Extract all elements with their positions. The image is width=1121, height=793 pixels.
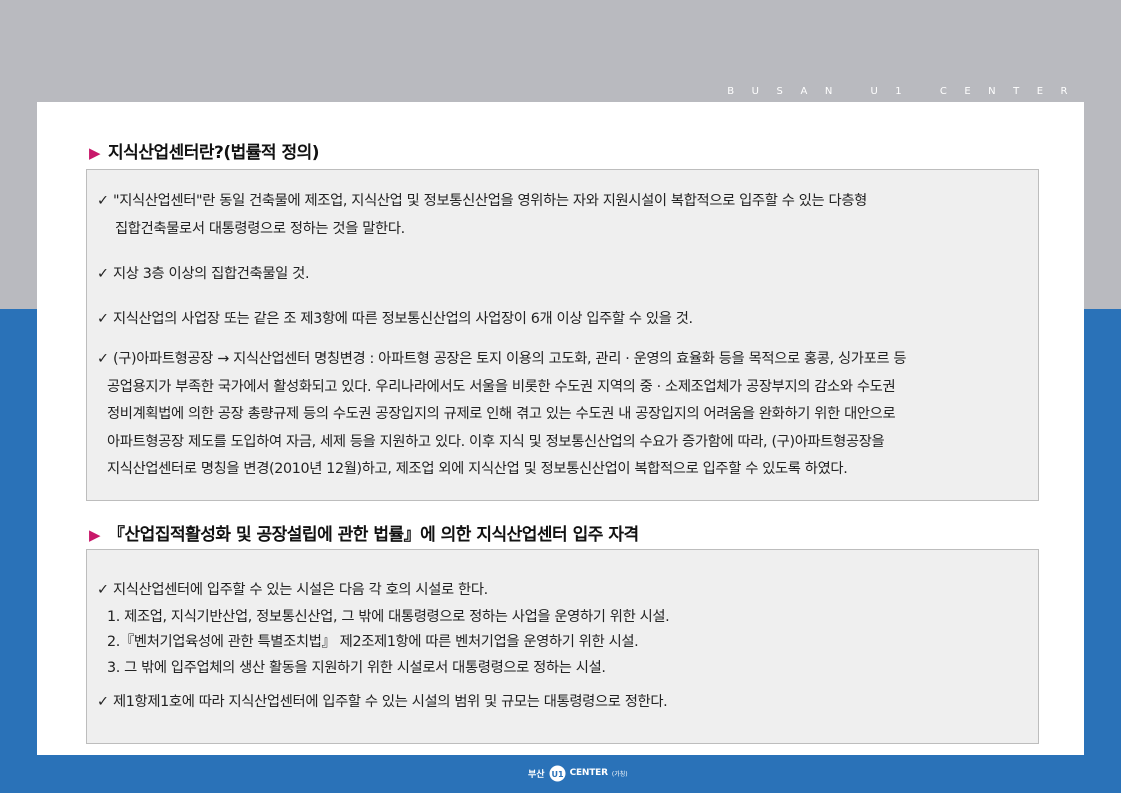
eligibility-item-1: ✓ 지식산업센터에 입주할 수 있는 시설은 다음 각 호의 시설로 한다. 1.… [97,577,670,681]
check-icon: ✓ [97,694,109,710]
definition-item-2: ✓ 지상 3층 이상의 집합건축물일 것. [97,261,310,289]
check-icon: ✓ [97,351,109,367]
triangle-marker-icon: ▶ [89,526,101,544]
section2-title: 『산업집적활성화 및 공장설립에 관한 법률』에 의한 지식산업센터 입주 자격 [108,525,639,545]
definition-item-1: ✓ "지식산업센터"란 동일 건축물에 제조업, 지식산업 및 정보통신산업을 영… [97,188,867,243]
footer-prefix: 부산 [528,769,545,780]
definition-item-4: ✓ (구)아파트형공장 → 지식산업센터 명칭변경 : 아파트형 공장은 토지 이… [97,346,907,484]
check-icon: ✓ [97,193,109,209]
check-icon: ✓ [97,266,109,282]
document-page: ▶ 지식산업센터란?(법률적 정의) ✓ "지식산업센터"란 동일 건축물에 제조업… [37,102,1084,755]
footer-logo: 부산 U1 CENTER (가칭) [528,763,628,783]
check-icon: ✓ [97,582,109,598]
footer-suffix: (가칭) [611,770,628,778]
triangle-marker-icon: ▶ [89,144,101,162]
subitem-2: 2.『벤처기업육성에 관한 특별조치법』 제2조제1항에 따른 벤처기업을 운영… [107,634,639,650]
definition-box: ✓ "지식산업센터"란 동일 건축물에 제조업, 지식산업 및 정보통신산업을 영… [86,169,1039,501]
eligibility-item-2: ✓ 제1항제1호에 따라 지식산업센터에 입주할 수 있는 시설의 범위 및 규모… [97,689,668,717]
u1-logo-icon: U1 [549,765,566,781]
eligibility-box: ✓ 지식산업센터에 입주할 수 있는 시설은 다음 각 호의 시설로 한다. 1.… [86,549,1039,744]
footer-name: CENTER [569,768,609,778]
section2-heading: ▶ 『산업집적활성화 및 공장설립에 관한 법률』에 의한 지식산업센터 입주 자… [89,520,639,545]
definition-item-3: ✓ 지식산업의 사업장 또는 같은 조 제3항에 따른 정보통신산업의 사업장이 … [97,306,693,334]
section1-heading: ▶ 지식산업센터란?(법률적 정의) [89,138,320,163]
subitem-1: 1. 제조업, 지식기반산업, 정보통신산업, 그 밖에 대통령령으로 정하는 … [107,608,670,625]
brand-header: BUSAN U1 CENTER [727,86,1085,97]
svg-text:U1: U1 [551,770,563,779]
check-icon: ✓ [97,311,109,327]
subitem-3: 3. 그 밖에 입주업체의 생산 활동을 지원하기 위한 시설로서 대통령령으로… [107,659,606,676]
section1-title: 지식산업센터란?(법률적 정의) [108,143,320,163]
